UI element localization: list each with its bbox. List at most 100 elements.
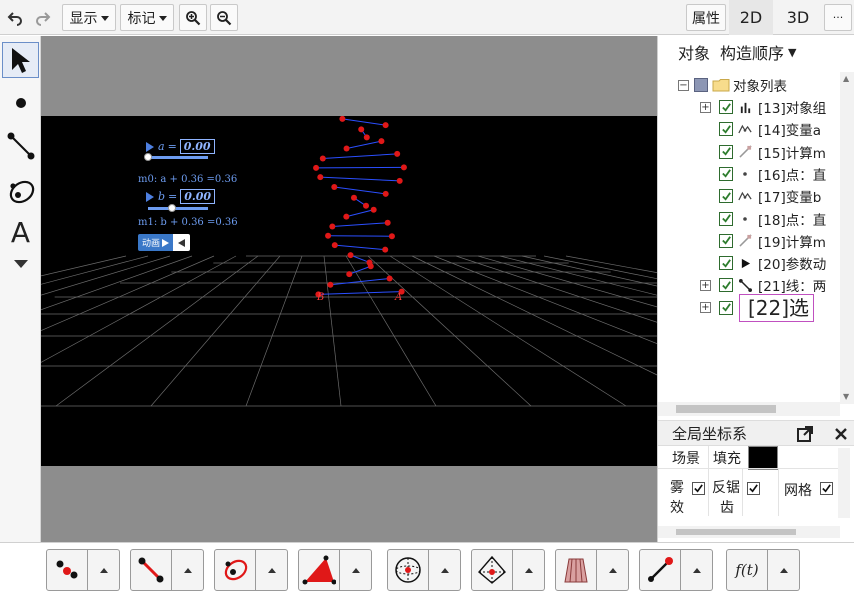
tree-root[interactable]: − 对象列表 [678,74,854,96]
function-tool-expand[interactable] [768,549,800,591]
antialias-checkbox[interactable] [747,482,760,498]
tree-item[interactable]: + [13]对象组 [700,96,854,118]
root-visibility-box[interactable] [694,78,708,92]
properties-button[interactable]: 属性 [686,4,726,31]
solids-tool-expand[interactable] [429,549,461,591]
scroll-up-icon[interactable]: ▲ [843,74,849,83]
helix-point[interactable] [325,232,332,239]
helix-point[interactable] [363,202,370,209]
tree-vertical-scrollbar[interactable]: ▲ ▼ [840,72,854,404]
circle-tool[interactable] [2,172,39,212]
visibility-checkbox[interactable] [719,122,733,137]
tree-item[interactable]: [18]点：直 [700,208,854,230]
function-tool-button[interactable]: f(t) [726,549,768,591]
grid-checkbox[interactable] [820,482,833,498]
popout-icon[interactable] [796,425,814,443]
points-tool-expand[interactable] [88,549,120,591]
transform-tool-group[interactable] [639,549,713,591]
3d-scene[interactable]: B A a = 0.00 m0: a + 0.36 =0.36 b = 0.00… [0,115,854,466]
solids-tool-group[interactable] [387,549,461,591]
scrollbar-thumb[interactable] [676,405,776,413]
tab-objects[interactable]: 对象 [678,40,710,64]
surface-tool-group[interactable] [555,549,629,591]
more-button[interactable]: ··· [824,4,852,31]
transform-tool-expand[interactable] [681,549,713,591]
pyramid-tool-button[interactable] [471,549,513,591]
visibility-checkbox[interactable] [719,278,733,293]
tree-item[interactable]: [20]参数动 [700,252,854,274]
zoom-in-button[interactable] [179,4,207,31]
expand-tools-button[interactable] [2,254,39,274]
helix-point[interactable] [331,183,338,190]
tree-item[interactable]: + [22]选 [700,293,854,323]
tab-2d[interactable]: 2D [729,0,773,35]
collapse-icon[interactable]: − [678,79,689,91]
polygons-tool-expand[interactable] [340,549,372,591]
scrollbar-thumb[interactable] [676,529,796,535]
helix-point[interactable] [339,115,346,122]
lines-tool-expand[interactable] [172,549,204,591]
helix-point[interactable] [378,138,385,145]
helix-point[interactable] [400,164,407,171]
animate-button[interactable]: 动画 [138,234,174,251]
tree-item[interactable]: [14]变量a [700,118,854,140]
helix-point[interactable] [367,263,374,270]
helix-point[interactable] [317,174,324,181]
helix-point[interactable] [358,126,365,133]
slider-b-track[interactable] [148,204,208,212]
play-icon[interactable] [145,191,155,202]
circles-tool-expand[interactable] [256,549,288,591]
select-tool[interactable] [2,42,39,78]
point-tool[interactable] [2,86,39,120]
function-tool-group[interactable]: f(t) [726,549,800,591]
fog-checkbox[interactable] [692,482,705,498]
helix-point[interactable] [347,252,354,259]
scroll-down-icon[interactable]: ▼ [843,392,849,401]
tree-item[interactable]: [17]变量b [700,185,854,207]
polygons-tool-group[interactable] [298,549,372,591]
visibility-checkbox[interactable] [719,166,733,181]
tree-item[interactable]: [15]计算m [700,141,854,163]
animate-control[interactable]: 动画 [138,234,191,251]
helix-point[interactable] [343,213,350,220]
surface-tool-button[interactable] [555,549,597,591]
helix-point[interactable] [388,233,395,240]
helix-point[interactable] [363,134,370,141]
slider-a-handle[interactable] [144,153,152,161]
tab-3d[interactable]: 3D [776,0,820,35]
helix-point[interactable] [386,275,393,282]
display-menu-button[interactable]: 显示 [62,4,116,31]
helix-point[interactable] [327,281,334,288]
helix-point[interactable] [384,219,391,226]
slider-a-control[interactable]: a = 0.00 [145,139,215,154]
surface-tool-expand[interactable] [597,549,629,591]
text-tool[interactable]: A [2,214,39,250]
mark-menu-button[interactable]: 标记 [120,4,174,31]
expand-icon[interactable]: + [700,302,711,314]
slider-b-handle[interactable] [168,204,176,212]
helix-point[interactable] [329,223,336,230]
lines-tool-button[interactable] [130,549,172,591]
animate-reverse-button[interactable] [173,234,191,251]
helix-point[interactable] [313,164,320,171]
visibility-checkbox[interactable] [719,233,733,248]
props-horizontal-scrollbar[interactable] [658,526,840,538]
visibility-checkbox[interactable] [719,300,733,315]
slider-a-track[interactable] [144,153,208,161]
solids-tool-button[interactable] [387,549,429,591]
zoom-out-button[interactable] [210,4,238,31]
pyramid-tool-group[interactable] [471,549,545,591]
polygons-tool-button[interactable] [298,549,340,591]
helix-point[interactable] [382,122,389,129]
transform-tool-button[interactable] [639,549,681,591]
slider-b-value[interactable]: 0.00 [180,189,216,204]
fill-color-swatch[interactable] [748,446,778,470]
helix-point[interactable] [396,177,403,184]
expand-icon[interactable]: + [700,279,711,291]
helix-point[interactable] [382,190,389,197]
slider-b-control[interactable]: b = 0.00 [145,189,216,204]
helix-point[interactable] [382,246,389,253]
points-tool-button[interactable] [46,549,88,591]
circles-tool-button[interactable] [214,549,256,591]
visibility-checkbox[interactable] [719,189,733,204]
